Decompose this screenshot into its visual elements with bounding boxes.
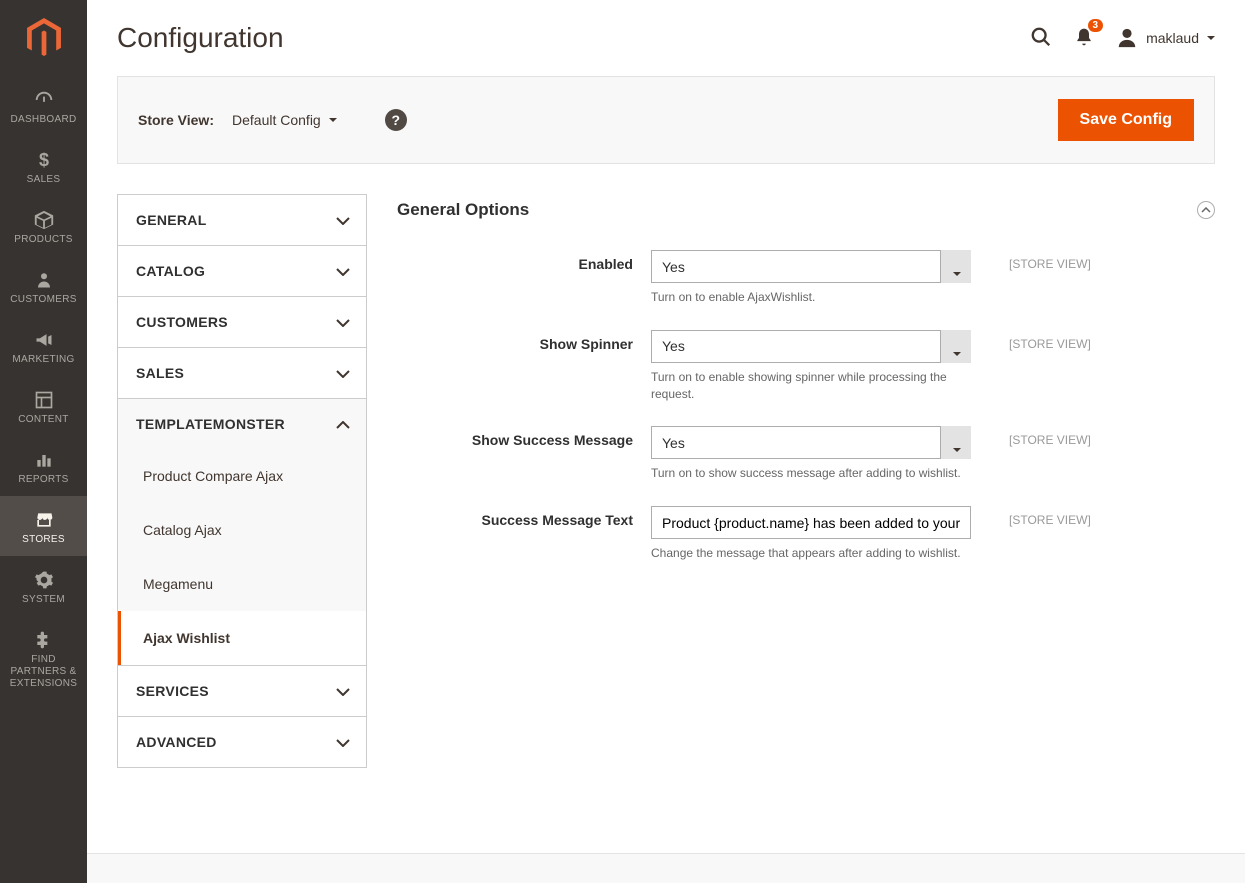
header-actions: 3 maklaud xyxy=(1030,26,1215,51)
config-nav-item-megamenu[interactable]: Megamenu xyxy=(118,557,366,611)
enabled-select[interactable]: Yes xyxy=(651,250,971,283)
sidebar-item-content[interactable]: CONTENT xyxy=(0,376,87,436)
field-label: Show Success Message xyxy=(397,426,651,448)
page-header: Configuration 3 maklaud xyxy=(87,0,1245,76)
show-spinner-select[interactable]: Yes xyxy=(651,330,971,363)
collapse-icon xyxy=(1197,201,1215,219)
sidebar-item-dashboard[interactable]: DASHBOARD xyxy=(0,76,87,136)
page-footer xyxy=(87,853,1245,883)
config-nav-sales[interactable]: SALES xyxy=(117,347,367,398)
field-hint: Change the message that appears after ad… xyxy=(651,545,971,562)
save-config-button[interactable]: Save Config xyxy=(1058,99,1194,141)
notifications-icon[interactable]: 3 xyxy=(1074,26,1094,51)
field-hint: Turn on to enable AjaxWishlist. xyxy=(651,289,971,306)
field-hint: Turn on to enable showing spinner while … xyxy=(651,369,971,403)
box-icon xyxy=(33,209,55,231)
search-icon[interactable] xyxy=(1030,26,1052,51)
main-content: Configuration 3 maklaud Store View: Defa… xyxy=(87,0,1245,883)
chevron-down-icon xyxy=(336,263,350,279)
field-enabled: Enabled Yes Turn on to enable AjaxWishli… xyxy=(397,238,1215,318)
store-view-select[interactable]: Default Config xyxy=(232,112,337,128)
admin-sidebar: DASHBOARD $ SALES PRODUCTS CUSTOMERS MAR… xyxy=(0,0,87,883)
config-nav-general[interactable]: GENERAL xyxy=(117,194,367,245)
config-nav-customers[interactable]: CUSTOMERS xyxy=(117,296,367,347)
config-nav-item-catalog-ajax[interactable]: Catalog Ajax xyxy=(118,503,366,557)
sidebar-item-partners[interactable]: FIND PARTNERS & EXTENSIONS xyxy=(0,616,87,700)
svg-text:$: $ xyxy=(38,150,48,170)
store-view-value: Default Config xyxy=(232,112,321,128)
config-nav-catalog[interactable]: CATALOG xyxy=(117,245,367,296)
field-label: Enabled xyxy=(397,250,651,272)
sidebar-item-marketing[interactable]: MARKETING xyxy=(0,316,87,376)
chevron-down-icon xyxy=(336,314,350,330)
field-label: Success Message Text xyxy=(397,506,651,528)
chevron-down-icon xyxy=(1207,36,1215,40)
sidebar-item-stores[interactable]: STORES xyxy=(0,496,87,556)
sidebar-item-products[interactable]: PRODUCTS xyxy=(0,196,87,256)
person-icon xyxy=(35,269,53,291)
magento-logo[interactable] xyxy=(0,0,87,76)
field-scope: [STORE VIEW] xyxy=(971,250,1091,271)
config-nav-services[interactable]: SERVICES xyxy=(117,665,367,716)
chevron-down-icon xyxy=(336,212,350,228)
show-success-select[interactable]: Yes xyxy=(651,426,971,459)
success-text-input[interactable] xyxy=(651,506,971,539)
config-nav-item-product-compare-ajax[interactable]: Product Compare Ajax xyxy=(118,449,366,503)
user-menu[interactable]: maklaud xyxy=(1116,27,1215,49)
username: maklaud xyxy=(1146,30,1199,46)
field-scope: [STORE VIEW] xyxy=(971,330,1091,351)
bar-chart-icon xyxy=(34,449,54,471)
config-nav-item-ajax-wishlist[interactable]: Ajax Wishlist xyxy=(118,611,366,665)
config-nav-advanced[interactable]: ADVANCED xyxy=(117,716,367,768)
user-icon xyxy=(1116,27,1138,49)
sidebar-item-reports[interactable]: REPORTS xyxy=(0,436,87,496)
chevron-down-icon xyxy=(336,734,350,750)
help-icon[interactable]: ? xyxy=(385,109,407,131)
section-header-general-options[interactable]: General Options xyxy=(397,194,1215,238)
sidebar-item-sales[interactable]: $ SALES xyxy=(0,136,87,196)
content-row: GENERAL CATALOG CUSTOMERS SALES TEMPLATE… xyxy=(87,164,1245,853)
field-scope: [STORE VIEW] xyxy=(971,426,1091,447)
store-icon xyxy=(33,509,55,531)
config-main: General Options Enabled Yes Turn on to e… xyxy=(397,194,1215,813)
store-view-label: Store View: xyxy=(138,112,214,128)
store-view-bar: Store View: Default Config ? Save Config xyxy=(117,76,1215,164)
field-hint: Turn on to show success message after ad… xyxy=(651,465,971,482)
chevron-down-icon xyxy=(336,365,350,381)
page-title: Configuration xyxy=(117,22,1030,54)
layout-icon xyxy=(34,389,54,411)
field-show-spinner: Show Spinner Yes Turn on to enable showi… xyxy=(397,318,1215,415)
config-nav-templatemonster-header[interactable]: TEMPLATEMONSTER xyxy=(118,399,366,449)
section-title: General Options xyxy=(397,200,1197,220)
gear-icon xyxy=(34,569,54,591)
chevron-up-icon xyxy=(336,416,350,432)
dashboard-icon xyxy=(33,89,55,111)
field-show-success: Show Success Message Yes Turn on to show… xyxy=(397,414,1215,494)
field-label: Show Spinner xyxy=(397,330,651,352)
dollar-icon: $ xyxy=(35,149,53,171)
config-nav-templatemonster: TEMPLATEMONSTER Product Compare Ajax Cat… xyxy=(117,398,367,665)
config-nav: GENERAL CATALOG CUSTOMERS SALES TEMPLATE… xyxy=(117,194,367,813)
puzzle-icon xyxy=(34,629,54,651)
field-scope: [STORE VIEW] xyxy=(971,506,1091,527)
sidebar-item-system[interactable]: SYSTEM xyxy=(0,556,87,616)
notifications-badge: 3 xyxy=(1088,19,1104,32)
field-success-text: Success Message Text Change the message … xyxy=(397,494,1215,574)
sidebar-item-customers[interactable]: CUSTOMERS xyxy=(0,256,87,316)
chevron-down-icon xyxy=(329,118,337,122)
chevron-down-icon xyxy=(336,683,350,699)
megaphone-icon xyxy=(33,329,55,351)
